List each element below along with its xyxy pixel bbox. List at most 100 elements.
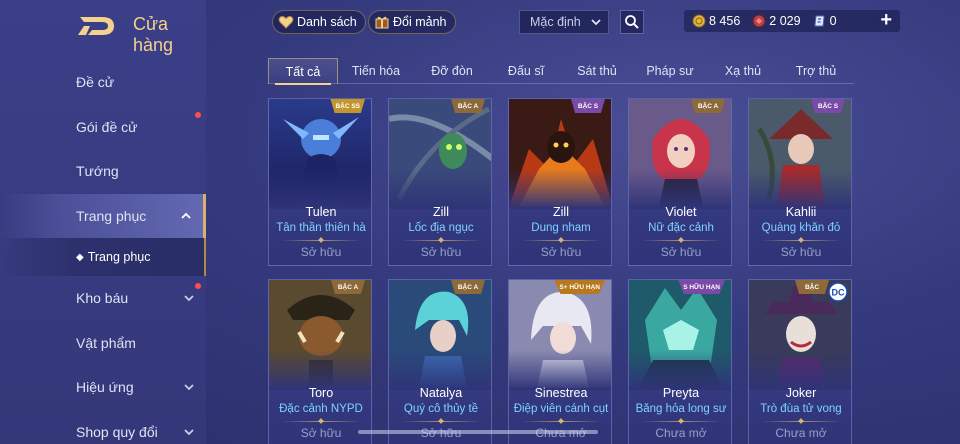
divider <box>401 421 481 422</box>
art-fade <box>629 169 731 209</box>
tab-tank[interactable]: Đỡ đòn <box>414 58 490 84</box>
exchange-fragments-label: Đổi mảnh <box>393 15 447 29</box>
gift-icon <box>375 16 389 29</box>
plus-icon[interactable]: + <box>880 9 892 32</box>
back-logo-icon[interactable] <box>76 14 118 38</box>
tab-label: Xạ thủ <box>724 64 762 78</box>
chevron-down-icon <box>184 384 194 391</box>
sidebar-item-treasure[interactable]: Kho báu <box>0 276 206 321</box>
sidebar-item-effects[interactable]: Hiệu ứng <box>0 365 206 410</box>
tab-label: Đỡ đòn <box>431 64 473 78</box>
skin-grid: BẬC SS Tulen Tân thần thiên hà Sở hữu BẬ… <box>268 98 858 444</box>
skin-card[interactable]: S HỮU HẠN Preyta Băng hỏa long sư Chưa m… <box>628 279 732 444</box>
hero-name: Zill <box>433 205 449 219</box>
skin-card[interactable]: BẬC A Violet Nữ đặc cảnh Sở hữu <box>628 98 732 266</box>
skin-card[interactable]: BẬC SS Tulen Tân thần thiên hà Sở hữu <box>268 98 372 266</box>
rank-badge: BẬC SS <box>330 99 365 113</box>
ownership-status: Sở hữu <box>780 245 822 259</box>
tab-all[interactable]: Tất cả <box>268 58 338 85</box>
tab-fighter[interactable]: Đấu sĩ <box>490 58 562 84</box>
skin-card[interactable]: BẬC A Natalya Quý cô thủy tề Sở hữu <box>388 279 492 444</box>
tab-label: Tất cả <box>285 64 321 79</box>
tab-marksman[interactable]: Xạ thủ <box>708 58 778 84</box>
hero-name: Preyta <box>662 386 700 400</box>
art-fade <box>389 350 491 390</box>
divider <box>641 240 721 241</box>
gold-balance: 8 456 <box>692 14 740 28</box>
notification-dot <box>195 111 201 118</box>
rank-badge: S+ HỮU HẠN <box>554 280 605 294</box>
skin-name: Dung nham <box>531 222 591 234</box>
skin-name: Nữ đặc cảnh <box>648 222 714 234</box>
dc-logo-icon: DC <box>828 282 848 302</box>
skin-card[interactable]: BẬC A Zill Lốc địa ngục Sở hữu <box>388 98 492 266</box>
skin-card[interactable]: BẬC S Kahlii Quàng khăn đỏ Sở hữu <box>748 98 852 266</box>
voucher-amount: 0 <box>829 14 837 28</box>
rank-badge: BẬC A <box>331 280 365 294</box>
scroll-handle[interactable] <box>358 430 598 434</box>
art-fade <box>629 350 731 390</box>
role-filter-tabs: Tất cả Tiến hóa Đỡ đòn Đấu sĩ Sát thủ Ph… <box>268 58 854 85</box>
magnifier-icon <box>625 15 639 29</box>
store-title: Cửa hàng <box>133 14 174 55</box>
skin-name: Tân thần thiên hà <box>276 222 366 234</box>
sidebar-item-items[interactable]: Vật phẩm <box>0 321 206 366</box>
hero-name: Toro <box>308 386 334 400</box>
hero-name: Zill <box>553 205 569 219</box>
rank-badge: BẬC <box>795 280 829 294</box>
divider <box>401 240 481 241</box>
skin-card[interactable]: BẬC DC Joker Trò đùa tử vong Chưa mở <box>748 279 852 444</box>
sidebar-subitem-skins[interactable]: ◆ Trang phục <box>0 238 206 276</box>
search-button[interactable] <box>620 10 644 34</box>
sidebar-item-label: Tướng <box>76 163 119 180</box>
chevron-up-icon <box>181 212 191 219</box>
voucher-balance: 0 <box>813 14 837 28</box>
art-fade <box>389 169 491 209</box>
skin-name: Băng hỏa long sư <box>635 403 727 415</box>
skin-card[interactable]: BẬC S Zill Dung nham Sở hữu <box>508 98 612 266</box>
hero-name: Natalya <box>419 386 463 400</box>
exchange-fragments-button[interactable]: Đổi mảnh <box>368 10 456 34</box>
sidebar-item-exchange-shop[interactable]: Shop quy đổi <box>0 410 206 444</box>
hero-name: Violet <box>665 205 697 219</box>
rank-badge: S HỮU HẠN <box>678 280 725 294</box>
hero-name: Tulen <box>305 205 337 219</box>
sidebar-item-bundles[interactable]: Gói đề cử <box>0 105 206 150</box>
gold-amount: 8 456 <box>709 14 741 28</box>
sidebar-item-recommended[interactable]: Đề cử <box>0 60 206 105</box>
skin-name: Quàng khăn đỏ <box>761 222 841 234</box>
skin-name: Quý cô thủy tề <box>403 403 479 415</box>
skin-card[interactable]: BẬC A Toro Đặc cảnh NYPD Sở hữu <box>268 279 372 444</box>
sidebar: Cửa hàng Đề cử Gói đề cử Tướng Trang phụ… <box>0 0 206 444</box>
tab-support[interactable]: Trợ thủ <box>778 58 854 84</box>
sidebar-item-skins[interactable]: Trang phục <box>0 193 206 238</box>
tab-mage[interactable]: Pháp sư <box>632 58 708 84</box>
art-fade <box>509 350 611 390</box>
divider <box>761 240 841 241</box>
art-fade <box>749 169 851 209</box>
ownership-status: Sở hữu <box>540 245 582 259</box>
tab-assassin[interactable]: Sát thủ <box>562 58 632 84</box>
sort-dropdown-value: Mặc định <box>530 15 581 29</box>
sort-dropdown[interactable]: Mặc định <box>519 10 609 34</box>
gem-icon <box>752 14 766 28</box>
tab-label: Tiến hóa <box>351 64 401 78</box>
ownership-status: Sở hữu <box>300 426 342 440</box>
tab-evolution[interactable]: Tiến hóa <box>338 58 414 84</box>
rank-badge: BẬC A <box>451 99 485 113</box>
skin-name: Đặc cảnh NYPD <box>279 403 363 415</box>
chevron-down-icon <box>184 429 194 436</box>
divider <box>521 240 601 241</box>
diamond-bullet-icon: ◆ <box>76 251 84 263</box>
skin-card[interactable]: S+ HỮU HẠN Sinestrea Điệp viên cánh cụt … <box>508 279 612 444</box>
rank-badge: BẬC A <box>691 99 725 113</box>
sidebar-nav: Đề cử Gói đề cử Tướng Trang phục ◆ Trang… <box>0 60 206 444</box>
tab-label: Trợ thủ <box>795 64 837 78</box>
ownership-status: Sở hữu <box>420 245 462 259</box>
list-button[interactable]: Danh sách <box>272 10 366 34</box>
sidebar-item-label: Kho báu <box>76 290 129 307</box>
sidebar-item-heroes[interactable]: Tướng <box>0 149 206 194</box>
art-fade <box>269 169 371 209</box>
art-fade <box>749 350 851 390</box>
skin-name: Lốc địa ngục <box>408 222 474 234</box>
